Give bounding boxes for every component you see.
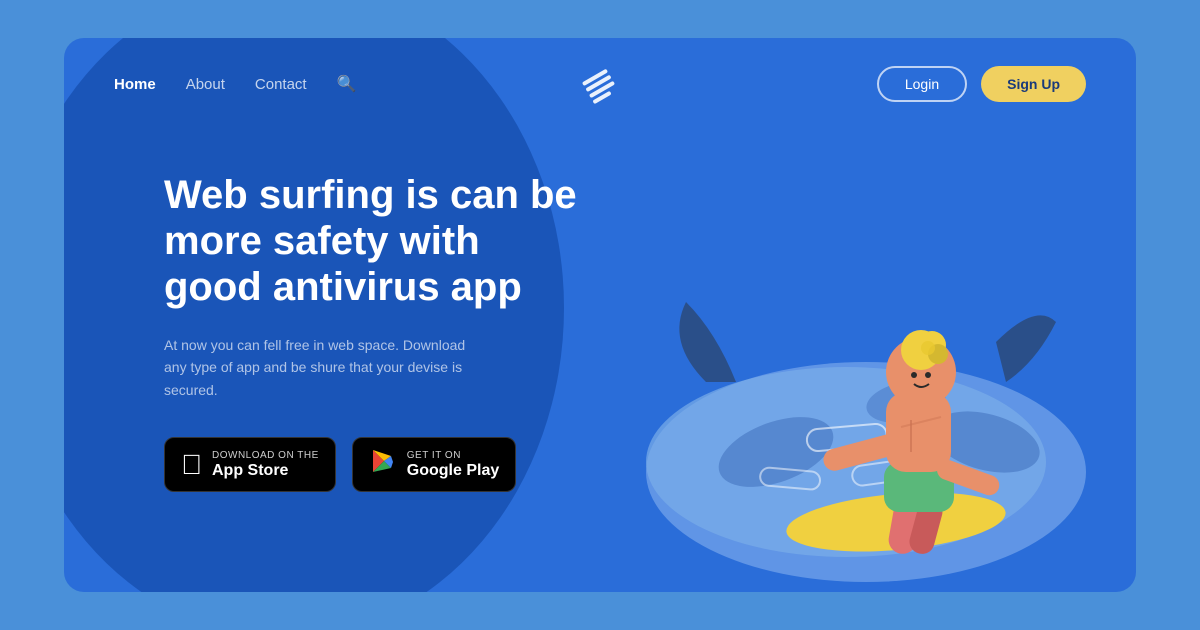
- app-store-button[interactable]:  Download on the App Store: [164, 437, 336, 492]
- apple-icon: : [181, 451, 202, 479]
- hero-title: Web surfing is can be more safety with g…: [164, 172, 584, 310]
- main-container: Home About Contact 🔍 Login Sign Up Web s: [64, 38, 1136, 592]
- google-play-main: Google Play: [407, 461, 499, 480]
- nav-home[interactable]: Home: [114, 76, 156, 93]
- search-icon[interactable]: 🔍: [337, 74, 357, 94]
- left-section: Web surfing is can be more safety with g…: [164, 152, 644, 492]
- nav-links: Home About Contact 🔍: [114, 74, 357, 94]
- navbar: Home About Contact 🔍 Login Sign Up: [64, 38, 1136, 102]
- store-buttons:  Download on the App Store: [164, 437, 644, 492]
- hero-description: At now you can fell free in web space. D…: [164, 334, 484, 401]
- google-play-button[interactable]: GET IT ON Google Play: [352, 437, 516, 492]
- logo: [578, 64, 622, 113]
- google-play-sub: GET IT ON: [407, 450, 499, 461]
- nav-about[interactable]: About: [186, 76, 225, 93]
- app-store-sub: Download on the: [212, 450, 319, 461]
- signup-button[interactable]: Sign Up: [981, 66, 1086, 102]
- google-play-icon: [369, 448, 397, 481]
- nav-buttons: Login Sign Up: [877, 66, 1086, 102]
- app-store-main: App Store: [212, 461, 319, 480]
- nav-contact[interactable]: Contact: [255, 76, 307, 93]
- app-store-text: Download on the App Store: [212, 450, 319, 480]
- login-button[interactable]: Login: [877, 66, 967, 102]
- main-content: Web surfing is can be more safety with g…: [64, 102, 1136, 492]
- google-play-text: GET IT ON Google Play: [407, 450, 499, 480]
